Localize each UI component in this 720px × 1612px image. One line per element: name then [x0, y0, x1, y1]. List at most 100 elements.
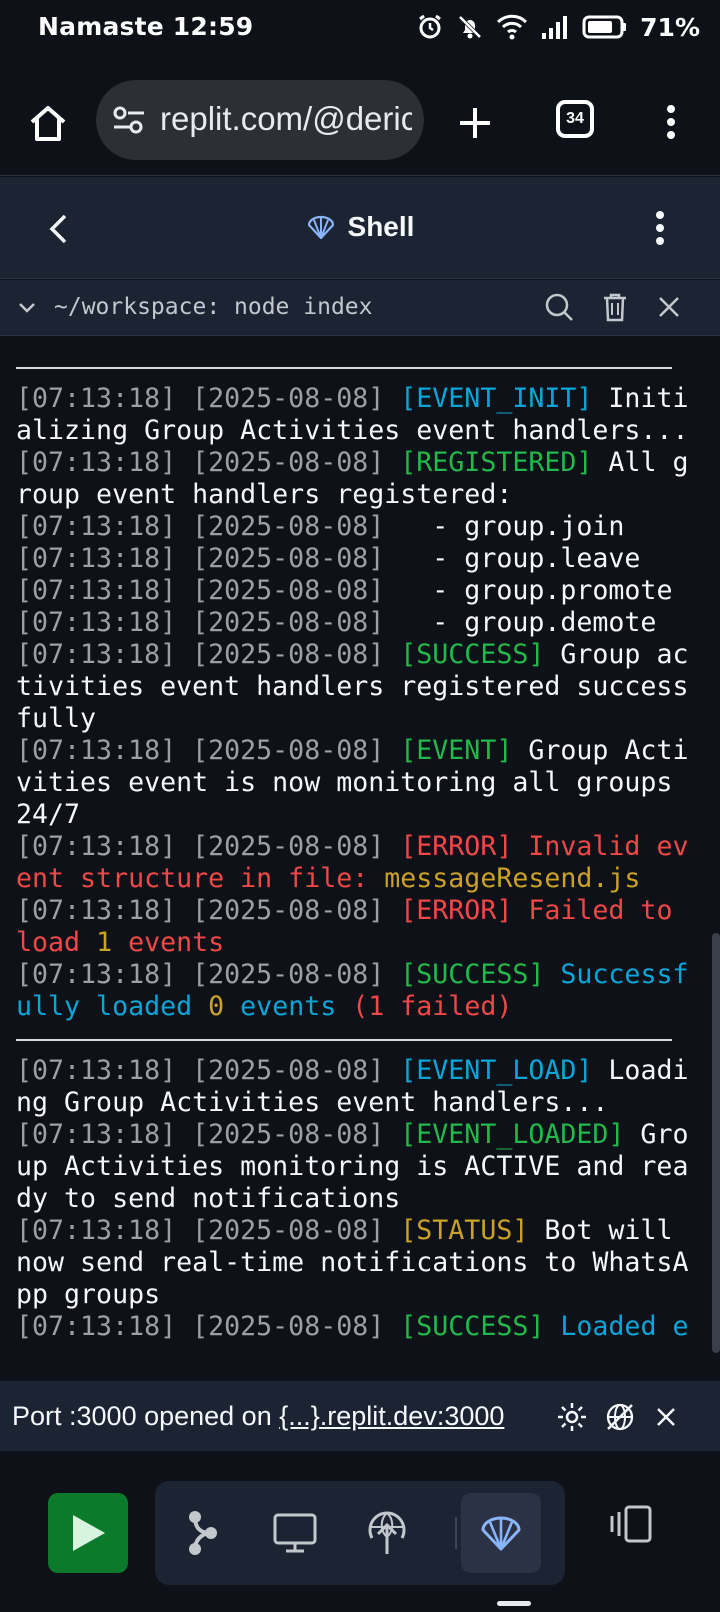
terminal-segment: [07:13:18] [2025-08-08]: [16, 895, 401, 926]
bottom-dock: [0, 1451, 720, 1612]
terminal-line: [07:13:18] [2025-08-08] - group.leave: [16, 543, 716, 575]
terminal-segment: [REGISTERED]: [400, 447, 593, 478]
tool-shell[interactable]: [461, 1493, 541, 1573]
tool-tray: [155, 1481, 565, 1585]
tool-preview[interactable]: [265, 1503, 325, 1563]
terminal-line: [07:13:18] [2025-08-08] [EVENT] Group Ac…: [16, 735, 716, 767]
shell-icon: [481, 1516, 521, 1551]
monitor-icon: [273, 1513, 317, 1553]
terminal-line: [07:13:18] [2025-08-08] [ERROR] Invalid …: [16, 831, 716, 863]
terminal-segment: [07:13:18] [2025-08-08]: [16, 1311, 401, 1342]
run-button[interactable]: [48, 1493, 128, 1573]
globe-off-icon: [606, 1403, 634, 1431]
port-settings-button[interactable]: [552, 1397, 592, 1437]
terminal-segment: Initi: [592, 383, 689, 414]
terminal-segment: [07:13:18] [2025-08-08]: [16, 447, 401, 478]
status-time: Namaste 12:59: [38, 12, 254, 41]
terminal-segment: [SUCCESS]: [400, 959, 545, 990]
trash-icon: [604, 293, 626, 322]
browser-menu-button[interactable]: [654, 100, 688, 144]
site-settings-icon[interactable]: [112, 104, 146, 136]
terminal-segment: dy to send notifications: [16, 1183, 401, 1214]
command-name: node index: [220, 294, 373, 320]
chevron-down-icon[interactable]: [16, 296, 38, 318]
terminal-segment: [07:13:18] [2025-08-08]: [16, 1215, 401, 1246]
terminal-segment: Gro: [624, 1119, 689, 1150]
terminal-line: [07:13:18] [2025-08-08] [EVENT_INIT] Ini…: [16, 383, 716, 415]
terminal-line: [07:13:18] [2025-08-08] [STATUS] Bot wil…: [16, 1215, 716, 1247]
search-button[interactable]: [542, 290, 576, 324]
terminal-separator: [16, 351, 716, 383]
terminal-segment: [07:13:18] [2025-08-08]: [16, 959, 401, 990]
terminal-segment: tivities event handlers registered succe…: [16, 671, 689, 702]
terminal-line: [07:13:18] [2025-08-08] [EVENT_LOAD] Loa…: [16, 1055, 716, 1087]
terminal-segment: Successf: [544, 959, 689, 990]
terminal-segment: [SUCCESS]: [400, 1311, 545, 1342]
port-link[interactable]: {...}.replit.dev:3000: [279, 1401, 504, 1431]
terminal-segment: - group.promote: [400, 575, 673, 606]
terminal-segment: [07:13:18] [2025-08-08]: [16, 383, 401, 414]
terminal-segment: - group.join: [400, 511, 625, 542]
port-prefix: Port :3000 opened on: [12, 1401, 280, 1431]
shell-header: Shell: [0, 177, 720, 279]
port-message: Port :3000 opened on {...}.replit.dev:30…: [12, 1401, 504, 1432]
tab-count: 34: [566, 110, 584, 127]
terminal-segment: (1 failed): [352, 991, 513, 1022]
git-icon: [189, 1511, 217, 1555]
terminal-segment: 24/7: [16, 799, 81, 830]
deploy-icon: [368, 1511, 406, 1554]
terminal-segment: events: [224, 991, 353, 1022]
shell-menu-button[interactable]: [640, 205, 680, 251]
terminal-line: 24/7: [16, 799, 716, 831]
terminal-segment: [07:13:18] [2025-08-08]: [16, 831, 401, 862]
shell-title-text: Shell: [347, 211, 415, 242]
close-button[interactable]: [652, 290, 686, 324]
clear-button[interactable]: [598, 290, 632, 324]
port-notification: Port :3000 opened on {...}.replit.dev:30…: [0, 1381, 720, 1451]
tray-divider: [455, 1517, 457, 1549]
terminal-segment: Bot will: [528, 1215, 673, 1246]
terminal-line: [07:13:18] [2025-08-08] [SUCCESS] Succes…: [16, 959, 716, 991]
port-visibility-button[interactable]: [600, 1397, 640, 1437]
more-vert-icon: [667, 105, 675, 139]
terminal-line: [07:13:18] [2025-08-08] [ERROR] Failed t…: [16, 895, 716, 927]
terminal-segment: [07:13:18] [2025-08-08]: [16, 575, 401, 606]
terminal-segment: - group.demote: [400, 607, 657, 638]
terminal-line: fully: [16, 703, 716, 735]
new-tab-button[interactable]: [448, 96, 502, 150]
address-bar[interactable]: replit.com/@deric: [96, 80, 424, 160]
terminal-scrollbar[interactable]: [712, 933, 720, 1353]
terminal-segment: [EVENT]: [400, 735, 513, 766]
tool-deploy[interactable]: [357, 1503, 417, 1563]
terminal-segment: [STATUS]: [400, 1215, 529, 1246]
terminal-segment: [EVENT_LOAD]: [400, 1055, 593, 1086]
port-dismiss-button[interactable]: [646, 1397, 686, 1437]
terminal-segment: ng Group Activities event handlers...: [16, 1087, 609, 1118]
terminal-segment: [07:13:18] [2025-08-08]: [16, 607, 401, 638]
terminal-segment: [07:13:18] [2025-08-08]: [16, 735, 401, 766]
terminal-output[interactable]: [07:13:18] [2025-08-08] [EVENT_INIT] Ini…: [0, 337, 720, 1380]
terminal-segment: messageResend.js: [384, 863, 641, 894]
terminal-segment: up Activities monitoring is ACTIVE and r…: [16, 1151, 689, 1182]
terminal-segment: [07:13:18] [2025-08-08]: [16, 1055, 401, 1086]
terminal-line: ng Group Activities event handlers...: [16, 1087, 716, 1119]
terminal-segment: now send real-time notifications to What…: [16, 1247, 689, 1278]
home-button[interactable]: [22, 98, 74, 148]
terminal-line: [07:13:18] [2025-08-08] - group.promote: [16, 575, 716, 607]
terminal-segment: [07:13:18] [2025-08-08]: [16, 511, 401, 542]
panel-layout-icon: [610, 1505, 652, 1543]
tab-switcher-button[interactable]: 34: [556, 100, 594, 138]
layout-button[interactable]: [606, 1499, 656, 1549]
tool-git[interactable]: [171, 1503, 231, 1563]
terminal-line: [07:13:18] [2025-08-08] [REGISTERED] All…: [16, 447, 716, 479]
terminal-segment: vities event is now monitoring all group…: [16, 767, 673, 798]
terminal-segment: All g: [592, 447, 689, 478]
close-icon: [657, 1408, 675, 1426]
terminal-segment: alizing Group Activities event handlers.…: [16, 415, 689, 446]
terminal-line: roup event handlers registered:: [16, 479, 716, 511]
terminal-segment: [SUCCESS]: [400, 639, 545, 670]
command-text: ~/workspace: node index: [54, 294, 373, 320]
terminal-line: [07:13:18] [2025-08-08] [SUCCESS] Loaded…: [16, 1311, 716, 1343]
terminal-segment: [EVENT_INIT]: [400, 383, 593, 414]
terminal-line: ully loaded 0 events (1 failed): [16, 991, 716, 1023]
